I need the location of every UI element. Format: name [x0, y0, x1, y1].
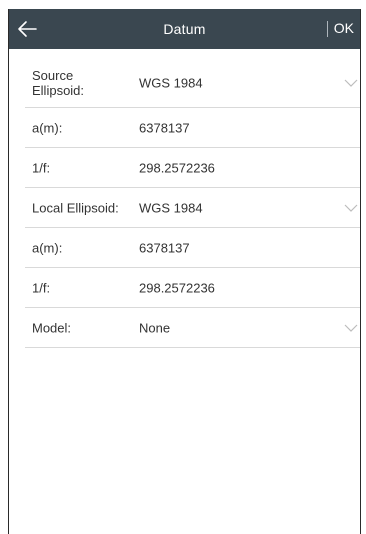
datum-screen: Datum OK Source Ellipsoid: WGS 1984 a(m)…	[8, 9, 361, 534]
chevron-down-icon	[344, 324, 358, 332]
source-a-row: a(m): 6378137	[25, 108, 360, 148]
header-divider	[327, 21, 328, 37]
source-ellipsoid-select[interactable]: Source Ellipsoid: WGS 1984	[25, 59, 360, 108]
source-f-value: 298.2572236	[139, 160, 215, 175]
source-a-label: a(m):	[32, 120, 63, 135]
local-ellipsoid-value: WGS 1984	[139, 200, 203, 215]
model-select[interactable]: Model: None	[25, 308, 360, 348]
local-a-value: 6378137	[139, 240, 190, 255]
local-a-label: a(m):	[32, 240, 63, 255]
local-f-value: 298.2572236	[139, 280, 215, 295]
source-ellipsoid-label: Source Ellipsoid:	[32, 68, 85, 98]
local-ellipsoid-select[interactable]: Local Ellipsoid: WGS 1984	[25, 188, 360, 228]
chevron-down-icon	[344, 204, 358, 212]
ok-button[interactable]: OK	[334, 20, 354, 36]
local-a-row: a(m): 6378137	[25, 228, 360, 268]
local-f-row: 1/f: 298.2572236	[25, 268, 360, 308]
page-title: Datum	[163, 21, 206, 37]
chevron-down-icon	[344, 79, 358, 87]
datum-form: Source Ellipsoid: WGS 1984 a(m): 6378137…	[25, 59, 360, 348]
model-label: Model:	[32, 320, 72, 335]
model-value: None	[139, 320, 171, 335]
local-ellipsoid-label: Local Ellipsoid:	[32, 200, 119, 215]
source-ellipsoid-value: WGS 1984	[139, 75, 203, 91]
source-a-value: 6378137	[139, 120, 190, 135]
source-f-row: 1/f: 298.2572236	[25, 148, 360, 188]
source-f-label: 1/f:	[32, 160, 51, 175]
local-f-label: 1/f:	[32, 280, 51, 295]
app-bar: Datum OK	[9, 9, 360, 49]
